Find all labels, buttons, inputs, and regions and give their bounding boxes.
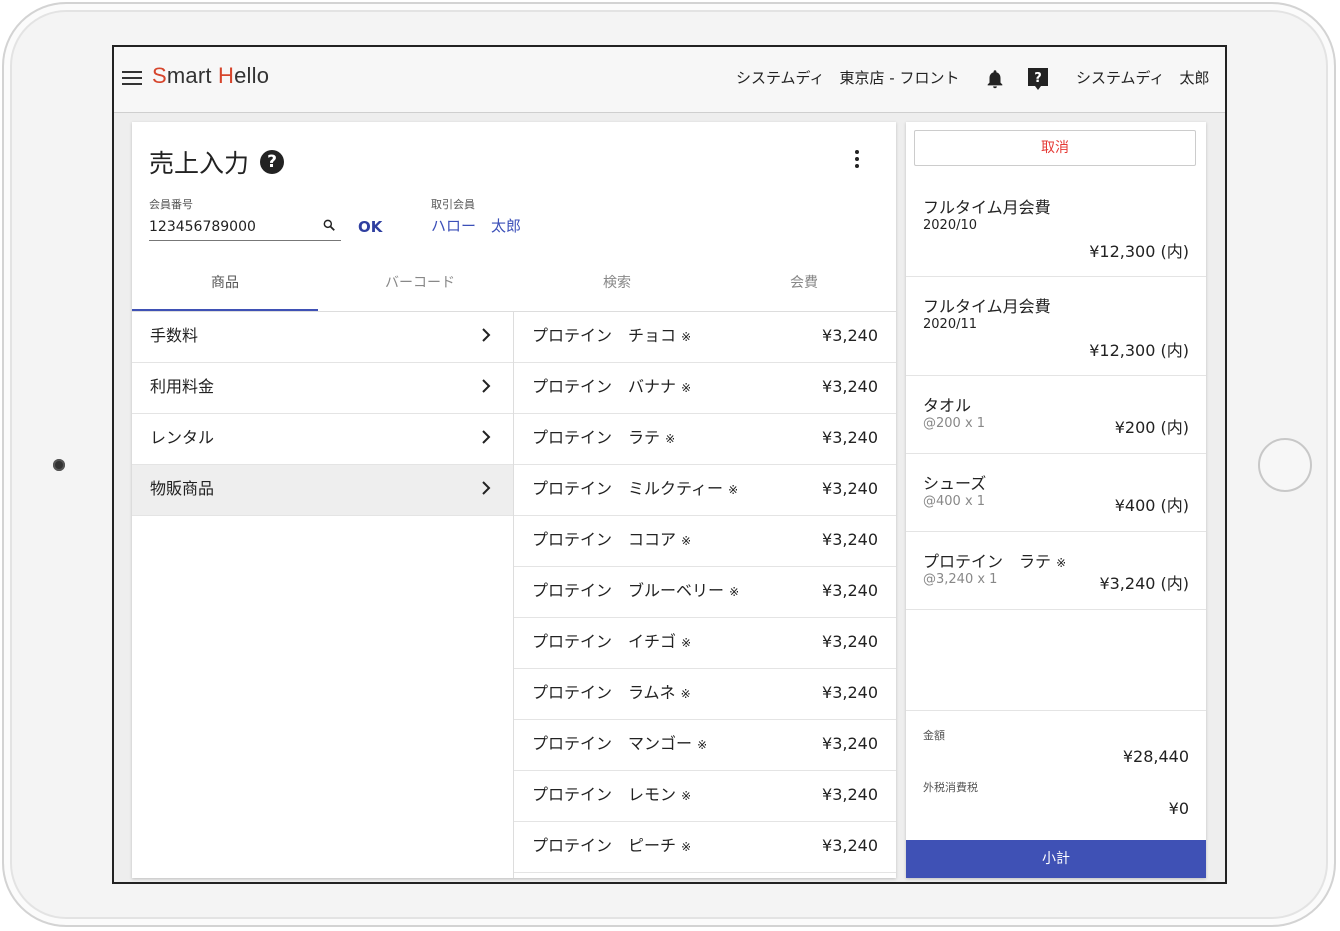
product-item[interactable]: プロテイン チョコ ※ ¥3,240 (514, 312, 896, 363)
tax-label: 外税消費税 (923, 781, 978, 794)
tab-search[interactable]: 検索 (522, 266, 712, 310)
top-app-bar: Smart Hello システムディ 東京店 - フロント ? システムディ 太… (114, 47, 1225, 113)
tax-value: ¥0 (1168, 799, 1189, 818)
svg-text:?: ? (1034, 71, 1042, 86)
product-item[interactable]: プロテイン ブルーベリー ※ ¥3,240 (514, 567, 896, 618)
search-icon[interactable] (322, 218, 336, 232)
camera-dot (53, 459, 65, 471)
category-item[interactable]: 利用料金 (132, 363, 513, 414)
app-screen: Smart Hello システムディ 東京店 - フロント ? システムディ 太… (112, 45, 1227, 884)
product-item[interactable]: プロテイン マンゴー ※ ¥3,240 (514, 720, 896, 771)
product-item[interactable]: プロテイン バナナ ※ ¥3,240 (514, 363, 896, 414)
product-item[interactable]: プロテイン ココア ※ ¥3,240 (514, 516, 896, 567)
product-list: プロテイン チョコ ※ ¥3,240 プロテイン バナナ ※ ¥3,240 プロテイ… (514, 312, 896, 873)
total-label: 金額 (923, 729, 945, 742)
app-logo: Smart Hello (152, 63, 270, 88)
sales-entry-card: 売上入力 ? 会員番号 OK 取引会員 ハロー 太郎 商品 バーコード 検索 会… (132, 122, 896, 878)
help-icon[interactable]: ? (1026, 66, 1050, 92)
product-item[interactable]: プロテイン ラテ ※ ¥3,240 (514, 414, 896, 465)
partner-member-name[interactable]: ハロー 太郎 (431, 215, 521, 236)
product-item[interactable]: プロテイン ミルクティー ※ ¥3,240 (514, 465, 896, 516)
category-item[interactable]: 物販商品 (132, 465, 513, 516)
product-item[interactable]: プロテイン イチゴ ※ ¥3,240 (514, 618, 896, 669)
product-item[interactable]: プロテイン ラムネ ※ ¥3,240 (514, 669, 896, 720)
category-item[interactable]: レンタル (132, 414, 513, 465)
category-item[interactable]: 手数料 (132, 312, 513, 363)
ok-button[interactable]: OK (358, 218, 382, 236)
member-number-input[interactable] (149, 214, 341, 241)
cart-panel: 取消 フルタイム月会費 2020/10 ¥12,300 (内) フルタイム月会費… (906, 122, 1206, 878)
member-number-label: 会員番号 (149, 198, 193, 211)
menu-icon[interactable] (122, 71, 142, 87)
page-title: 売上入力 (149, 149, 250, 178)
cart-item[interactable]: シューズ @400 x 1 ¥400 (内) (906, 454, 1206, 532)
cart-list: フルタイム月会費 2020/10 ¥12,300 (内) フルタイム月会費 20… (906, 178, 1206, 610)
cart-item[interactable]: タオル @200 x 1 ¥200 (内) (906, 376, 1206, 454)
cart-item[interactable]: フルタイム月会費 2020/11 ¥12,300 (内) (906, 277, 1206, 376)
subtotal-button[interactable]: 小計 (906, 840, 1206, 878)
more-vert-icon[interactable] (850, 150, 864, 170)
home-button[interactable] (1258, 438, 1312, 492)
partner-member-label: 取引会員 (431, 198, 475, 211)
tab-fees[interactable]: 会費 (712, 266, 896, 310)
product-item[interactable]: プロテイン ピーチ ※ ¥3,240 (514, 822, 896, 873)
cart-item[interactable]: プロテイン ラテ ※ @3,240 x 1 ¥3,240 (内) (906, 532, 1206, 610)
chevron-right-icon (482, 481, 491, 495)
bell-icon[interactable] (984, 67, 1006, 91)
tab-products[interactable]: 商品 (132, 266, 318, 311)
help-icon[interactable]: ? (260, 150, 284, 174)
chevron-right-icon (482, 379, 491, 393)
cart-item[interactable]: フルタイム月会費 2020/10 ¥12,300 (内) (906, 178, 1206, 277)
tab-barcode[interactable]: バーコード (318, 266, 522, 310)
chevron-right-icon (482, 430, 491, 444)
store-name[interactable]: システムディ 東京店 - フロント (736, 67, 959, 88)
product-item[interactable]: プロテイン レモン ※ ¥3,240 (514, 771, 896, 822)
cancel-button[interactable]: 取消 (914, 130, 1196, 166)
cart-summary: 金額 ¥28,440 外税消費税 ¥0 (906, 710, 1206, 841)
chevron-right-icon (482, 328, 491, 342)
category-list: 手数料 利用料金 レンタル 物販商品 (132, 312, 513, 516)
user-name[interactable]: システムディ 太郎 (1076, 67, 1210, 88)
category-tabs: 商品 バーコード 検索 会費 (132, 266, 896, 312)
total-value: ¥28,440 (1122, 747, 1189, 766)
